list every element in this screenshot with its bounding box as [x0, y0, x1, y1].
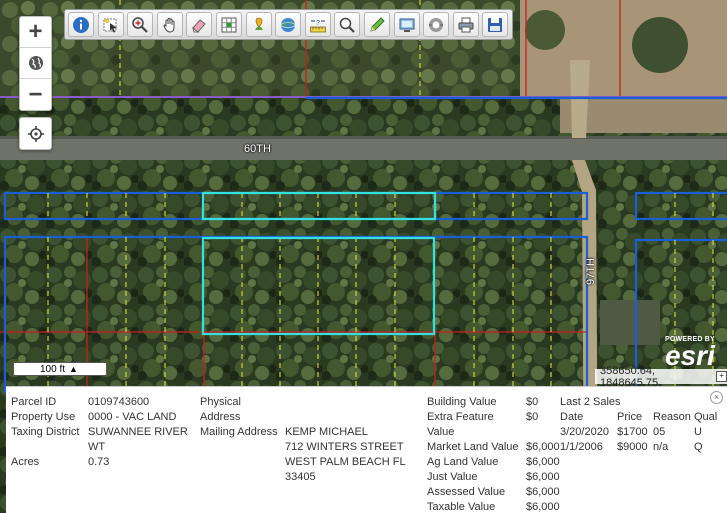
scale-bar: 100 ft ▲ — [13, 362, 107, 376]
save-icon — [488, 17, 503, 32]
scale-label: 100 ft — [40, 363, 66, 375]
sale-1-date: 3/20/2020 — [560, 426, 609, 438]
mailing-address-line-3: WEST PALM BEACH FL — [285, 456, 406, 468]
acres-value: 0.73 — [88, 456, 110, 468]
coordinate-readout: 358650.64, 1848645.75 + — [595, 365, 727, 389]
building-value-label: Building Value — [427, 396, 497, 408]
parcel-id-label: Parcel ID — [11, 396, 57, 408]
zoom-in-button[interactable]: + — [20, 17, 51, 48]
layers-button[interactable] — [423, 12, 450, 37]
find-icon — [340, 17, 356, 33]
pushpin-button[interactable] — [245, 12, 272, 37]
basemap-button[interactable] — [275, 12, 302, 37]
sales-header-date: Date — [560, 411, 584, 423]
sale-2-reason: n/a — [653, 441, 669, 453]
just-value-label: Just Value — [427, 471, 478, 483]
physical-address-label-cont: Address — [200, 411, 241, 423]
screen-capture-icon — [399, 18, 415, 32]
extra-feature-value: $0 — [526, 411, 539, 423]
zoom-in-tool-icon — [132, 16, 148, 33]
street-label-97th: 97TH — [585, 258, 597, 285]
minus-icon: − — [28, 80, 43, 108]
sales-header-reason: Reason — [653, 411, 691, 423]
print-icon — [458, 17, 474, 32]
layers-icon — [429, 17, 444, 32]
taxing-district-value-cont: WT — [88, 441, 106, 453]
taxing-district-value: SUWANNEE RIVER — [88, 426, 188, 438]
coordinate-value: 358650.64, 1848645.75 — [600, 364, 659, 389]
sale-1-price: $1700 — [617, 426, 648, 438]
find-button[interactable] — [334, 12, 361, 37]
select-button[interactable] — [97, 12, 124, 37]
taxing-district-label: Taxing District — [11, 426, 80, 438]
select-icon — [103, 18, 117, 32]
home-extent-button[interactable] — [20, 48, 51, 79]
market-land-label: Market Land Value — [427, 441, 519, 453]
svg-text:?: ? — [316, 19, 320, 26]
globe-icon — [280, 17, 296, 32]
sales-header-qual: Qual — [694, 411, 718, 423]
pan-hand-icon — [163, 17, 175, 33]
property-use-label: Property Use — [11, 411, 76, 423]
mailing-address-line-4: 33405 — [285, 471, 316, 483]
street-label-60th: 60TH — [244, 143, 271, 155]
draw-button[interactable] — [363, 12, 390, 37]
save-button[interactable] — [482, 12, 509, 37]
extra-feature-label: Extra Feature — [427, 411, 494, 423]
sale-2-date: 1/1/2006 — [560, 441, 603, 453]
map-toolbar: ? — [64, 9, 513, 40]
zoom-controls: + − — [19, 16, 52, 111]
grid-select-button[interactable] — [215, 12, 242, 37]
close-icon[interactable]: × — [710, 391, 723, 404]
info-icon — [73, 16, 89, 33]
coordinate-toggle-button[interactable]: + — [716, 371, 727, 382]
market-land-value: $6,000 — [526, 441, 560, 453]
just-value: $6,000 — [526, 471, 560, 483]
taxable-value-label: Taxable Value — [427, 501, 496, 513]
mailing-address-label: Mailing Address — [200, 426, 278, 438]
sale-1-reason: 05 — [653, 426, 666, 438]
crosshair-icon — [27, 125, 44, 142]
sale-1-qual: U — [694, 426, 702, 438]
scale-up-icon: ▲ — [69, 364, 78, 374]
sales-title: Last 2 Sales — [560, 396, 621, 408]
map-app: 60TH 97TH + − ? 100 ft ▲ POWERED BY esri… — [0, 0, 727, 513]
property-use-value: 0000 - VAC LAND — [88, 411, 177, 423]
sale-2-price: $9000 — [617, 441, 648, 453]
identify-button[interactable] — [68, 12, 94, 37]
pushpin-icon — [254, 17, 263, 30]
acres-label: Acres — [11, 456, 40, 468]
sale-2-qual: Q — [694, 441, 703, 453]
measure-button[interactable]: ? — [304, 12, 331, 37]
building-value: $0 — [526, 396, 539, 408]
assessed-value-label: Assessed Value — [427, 486, 506, 498]
parcel-id-value: 0109743600 — [88, 396, 150, 408]
globe-icon — [28, 56, 43, 70]
clear-button[interactable] — [186, 12, 213, 37]
measure-icon: ? — [309, 19, 326, 32]
zoom-out-button[interactable]: − — [20, 79, 51, 110]
locate-button[interactable] — [19, 117, 52, 150]
grid-select-icon — [221, 17, 237, 32]
sales-header-price: Price — [617, 411, 643, 423]
physical-address-label: Physical — [200, 396, 241, 408]
mailing-address-line-2: 712 WINTERS STREET — [285, 441, 404, 453]
draw-pencil-icon — [370, 16, 385, 32]
plus-icon: + — [28, 18, 43, 45]
ag-land-label: Ag Land Value — [427, 456, 499, 468]
eraser-icon — [192, 18, 207, 32]
print-button[interactable] — [452, 12, 479, 37]
mailing-address-line-1: KEMP MICHAEL — [285, 426, 368, 438]
parcel-info-panel: × Parcel ID 0109743600 Property Use 0000… — [6, 386, 727, 513]
selected-parcel[interactable] — [201, 191, 437, 336]
screen-capture-button[interactable] — [393, 12, 420, 37]
zoom-in-tool-button[interactable] — [127, 12, 154, 37]
assessed-value: $6,000 — [526, 486, 560, 498]
ag-land-value: $6,000 — [526, 456, 560, 468]
extra-feature-label-cont: Value — [427, 426, 455, 438]
taxable-value: $6,000 — [526, 501, 560, 513]
pan-button[interactable] — [156, 12, 183, 37]
